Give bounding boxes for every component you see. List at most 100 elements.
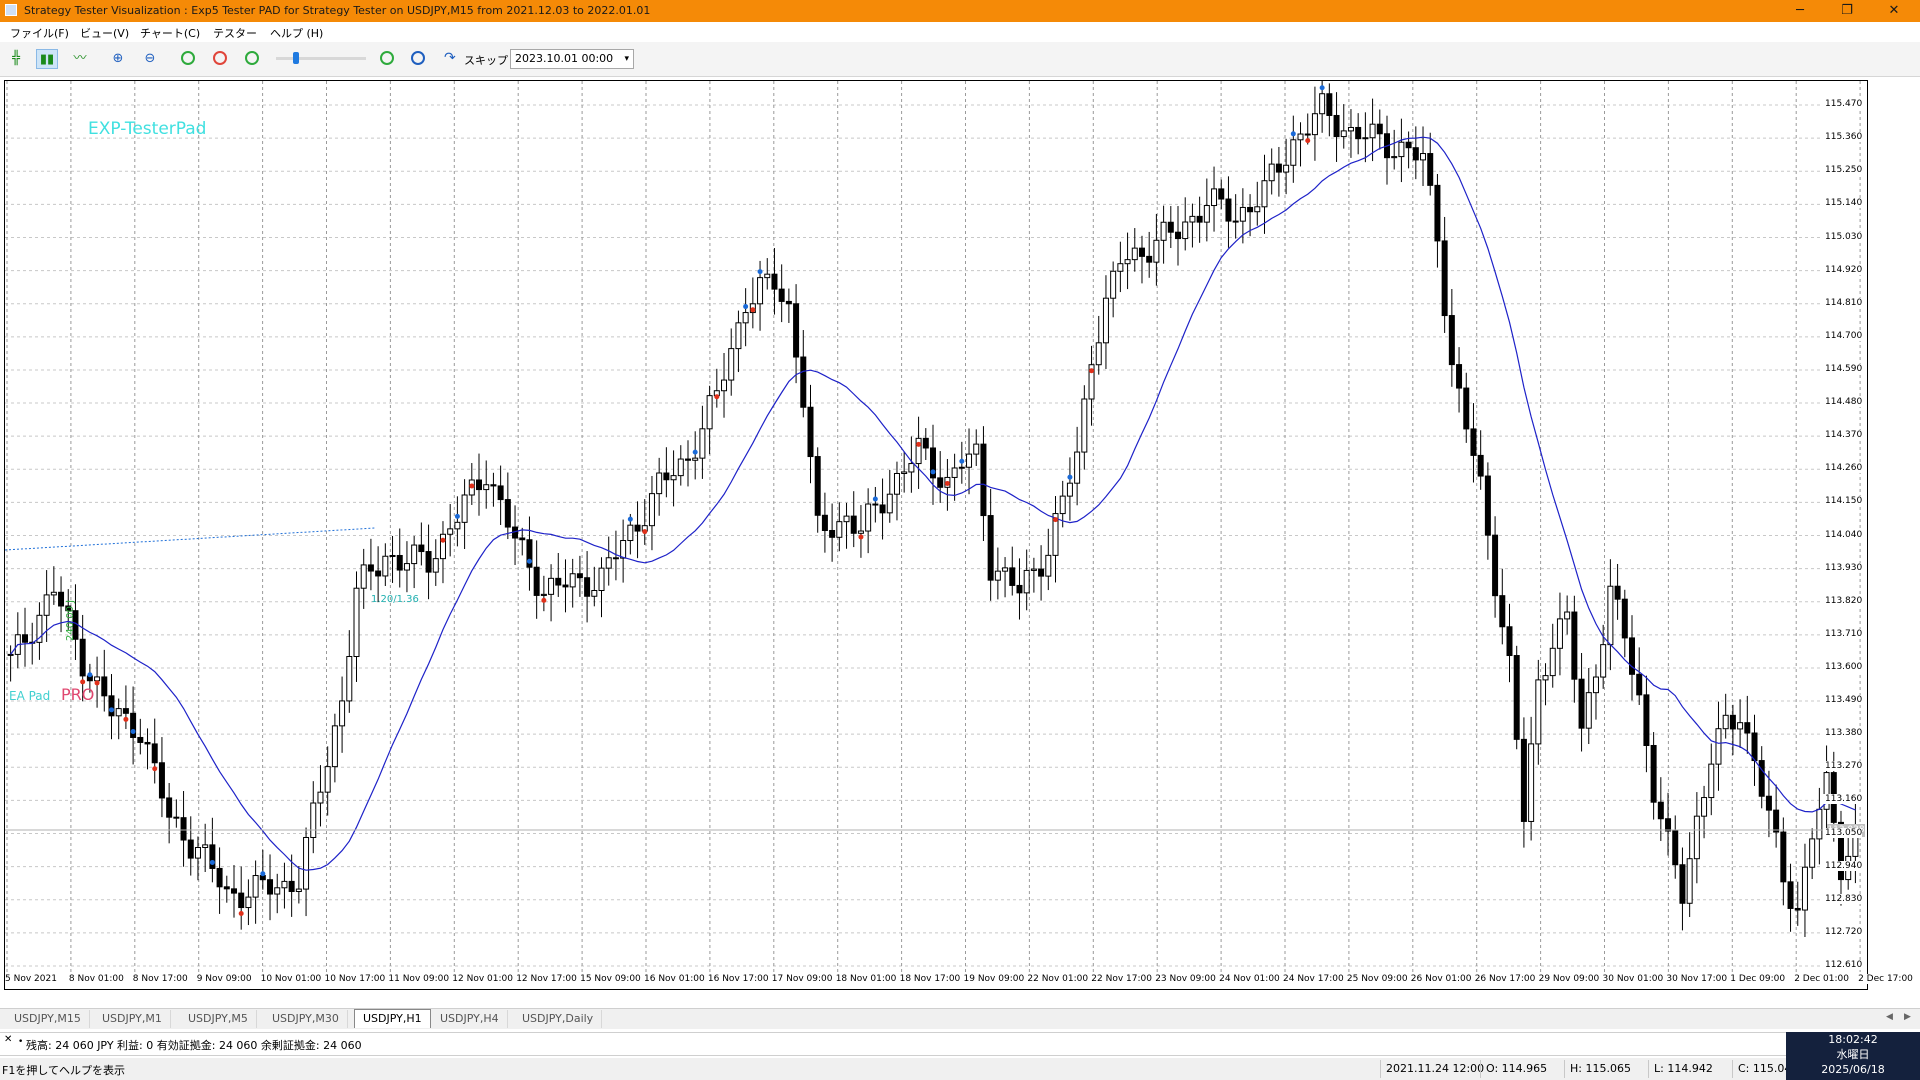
candle-body xyxy=(1686,858,1693,904)
tab-usdjpy-daily[interactable]: USDJPY,Daily xyxy=(514,1010,603,1028)
candle-body xyxy=(490,484,497,487)
fast-forward-icon[interactable] xyxy=(380,51,394,65)
tab-scroll-left-icon[interactable]: ◀ xyxy=(1886,1012,1893,1022)
tab-usdjpy-m5[interactable]: USDJPY,M5 xyxy=(180,1010,257,1028)
candle-body xyxy=(692,457,699,461)
play-icon[interactable] xyxy=(181,51,195,65)
tab-usdjpy-h1[interactable]: USDJPY,H1 xyxy=(354,1009,431,1028)
tab-usdjpy-m30[interactable]: USDJPY,M30 xyxy=(264,1010,348,1028)
candle-body xyxy=(1520,738,1527,822)
chart-tabs: USDJPY,M15 USDJPY,M1 USDJPY,M5 USDJPY,M30 US… xyxy=(0,1008,1920,1029)
candle-body xyxy=(605,557,612,569)
candle-body xyxy=(1542,675,1549,681)
candle-body xyxy=(166,797,173,818)
maximize-button[interactable]: ❐ xyxy=(1827,0,1867,22)
candle-body xyxy=(821,514,828,531)
chart-area[interactable]: EXP-TesterPad EA Pad PRO 240.00 J 1.20/1… xyxy=(4,80,1913,990)
trade-marker xyxy=(1305,138,1311,144)
candle-body xyxy=(1809,838,1816,868)
app-icon xyxy=(5,4,17,16)
candle-body xyxy=(591,589,598,597)
trade-marker xyxy=(743,304,749,310)
help-text: F1を押してヘルプを表示 xyxy=(2,1064,125,1077)
candle-body xyxy=(879,504,886,514)
tab-usdjpy-m1[interactable]: USDJPY,M1 xyxy=(94,1010,171,1028)
speed-slider-track[interactable] xyxy=(276,57,366,60)
close-panel-icon[interactable]: ✕ xyxy=(4,1034,12,1045)
candle-body xyxy=(908,463,915,473)
trade-marker xyxy=(627,516,633,522)
skip-button[interactable]: スキップ xyxy=(464,52,508,68)
calendar-dropdown-icon[interactable]: ▾ xyxy=(624,50,629,68)
candle-body xyxy=(1297,133,1304,141)
candle-body xyxy=(1304,133,1311,136)
candle-body xyxy=(7,653,14,656)
candle-body xyxy=(101,676,108,697)
candle-body xyxy=(317,791,324,804)
menu-file[interactable]: ファイル(F) xyxy=(10,25,69,41)
candle-body xyxy=(497,485,504,501)
candle-body xyxy=(937,477,944,488)
minimize-button[interactable]: ─ xyxy=(1780,0,1820,22)
candle-body xyxy=(901,471,908,474)
candle-body xyxy=(158,762,165,799)
candle-body xyxy=(1665,818,1672,832)
candle-body xyxy=(980,443,987,517)
candle-body xyxy=(1131,247,1138,261)
y-tick-label: 115.250 xyxy=(1823,165,1863,176)
candle-body xyxy=(1038,568,1045,577)
x-tick-label: 19 Nov 09:00 xyxy=(963,974,1025,984)
candle-body xyxy=(1376,123,1383,135)
candle-body xyxy=(519,537,526,541)
stop-icon[interactable] xyxy=(213,51,227,65)
x-tick-label: 29 Nov 09:00 xyxy=(1538,974,1600,984)
tab-usdjpy-m15[interactable]: USDJPY,M15 xyxy=(6,1010,90,1028)
tab-usdjpy-h4[interactable]: USDJPY,H4 xyxy=(432,1010,508,1028)
x-tick-label: 5 Nov 2021 xyxy=(5,974,57,984)
y-tick-label: 112.830 xyxy=(1823,893,1863,904)
date-input[interactable]: 2023.10.01 00:00 ▾ xyxy=(510,49,634,69)
candle-body xyxy=(353,587,360,658)
candle-body xyxy=(274,887,281,895)
trade-marker xyxy=(209,859,215,865)
candle-body xyxy=(1319,93,1326,115)
line-chart-icon[interactable]: 〰 xyxy=(69,49,91,69)
rewind-icon[interactable] xyxy=(245,51,259,65)
speed-slider-thumb[interactable] xyxy=(293,52,299,64)
candle-body xyxy=(216,867,223,888)
watermark-label: EXP-TesterPad xyxy=(88,119,207,139)
candle-body xyxy=(1722,714,1729,730)
menu-tester[interactable]: テスター xyxy=(213,25,257,41)
candle-body xyxy=(951,467,958,478)
menu-help[interactable]: ヘルプ (H) xyxy=(270,25,323,41)
y-tick-label: 113.820 xyxy=(1823,595,1863,606)
candlestick-icon[interactable]: ▮▮ xyxy=(36,49,58,69)
pro-label: PRO xyxy=(61,685,95,704)
step-end-icon[interactable] xyxy=(411,51,425,65)
close-button[interactable]: ✕ xyxy=(1874,0,1914,22)
menu-view[interactable]: ビュー(V) xyxy=(80,25,129,41)
skip-icon: ↷ xyxy=(444,50,456,66)
y-tick-label: 113.710 xyxy=(1823,628,1863,639)
candle-body xyxy=(670,475,677,481)
candle-body xyxy=(483,484,490,491)
tab-scroll-right-icon[interactable]: ▶ xyxy=(1904,1012,1911,1022)
status-open: O: 114.965 xyxy=(1486,1062,1548,1075)
zoom-in-icon[interactable]: ⊕ xyxy=(107,49,129,69)
bar-chart-icon[interactable]: ╬ xyxy=(5,49,27,69)
candle-body xyxy=(1167,221,1174,233)
candle-body xyxy=(1196,215,1203,223)
zoom-out-icon[interactable]: ⊖ xyxy=(139,49,161,69)
price-chart[interactable] xyxy=(5,81,1867,989)
candle-body xyxy=(375,570,382,577)
candle-body xyxy=(1787,881,1794,909)
candle-body xyxy=(836,521,843,538)
candle-body xyxy=(1513,655,1520,740)
candle-body xyxy=(396,554,403,571)
y-tick-label: 115.470 xyxy=(1823,99,1863,110)
x-tick-label: 22 Nov 17:00 xyxy=(1091,974,1152,984)
candle-body xyxy=(1499,595,1506,628)
trade-marker xyxy=(80,679,86,685)
menu-chart[interactable]: チャート(C) xyxy=(140,25,200,41)
candle-body xyxy=(1059,495,1066,515)
